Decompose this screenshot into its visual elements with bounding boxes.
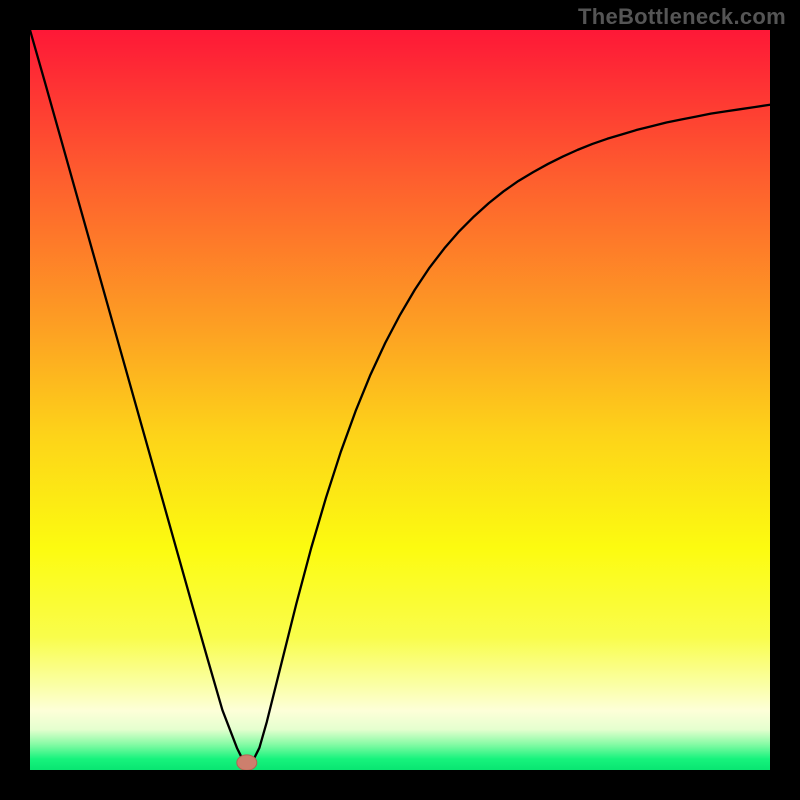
chart-svg <box>30 30 770 770</box>
gradient-background <box>30 30 770 770</box>
minimum-marker <box>237 755 257 770</box>
chart-frame: TheBottleneck.com <box>0 0 800 800</box>
watermark-text: TheBottleneck.com <box>578 4 786 30</box>
plot-area <box>30 30 770 770</box>
